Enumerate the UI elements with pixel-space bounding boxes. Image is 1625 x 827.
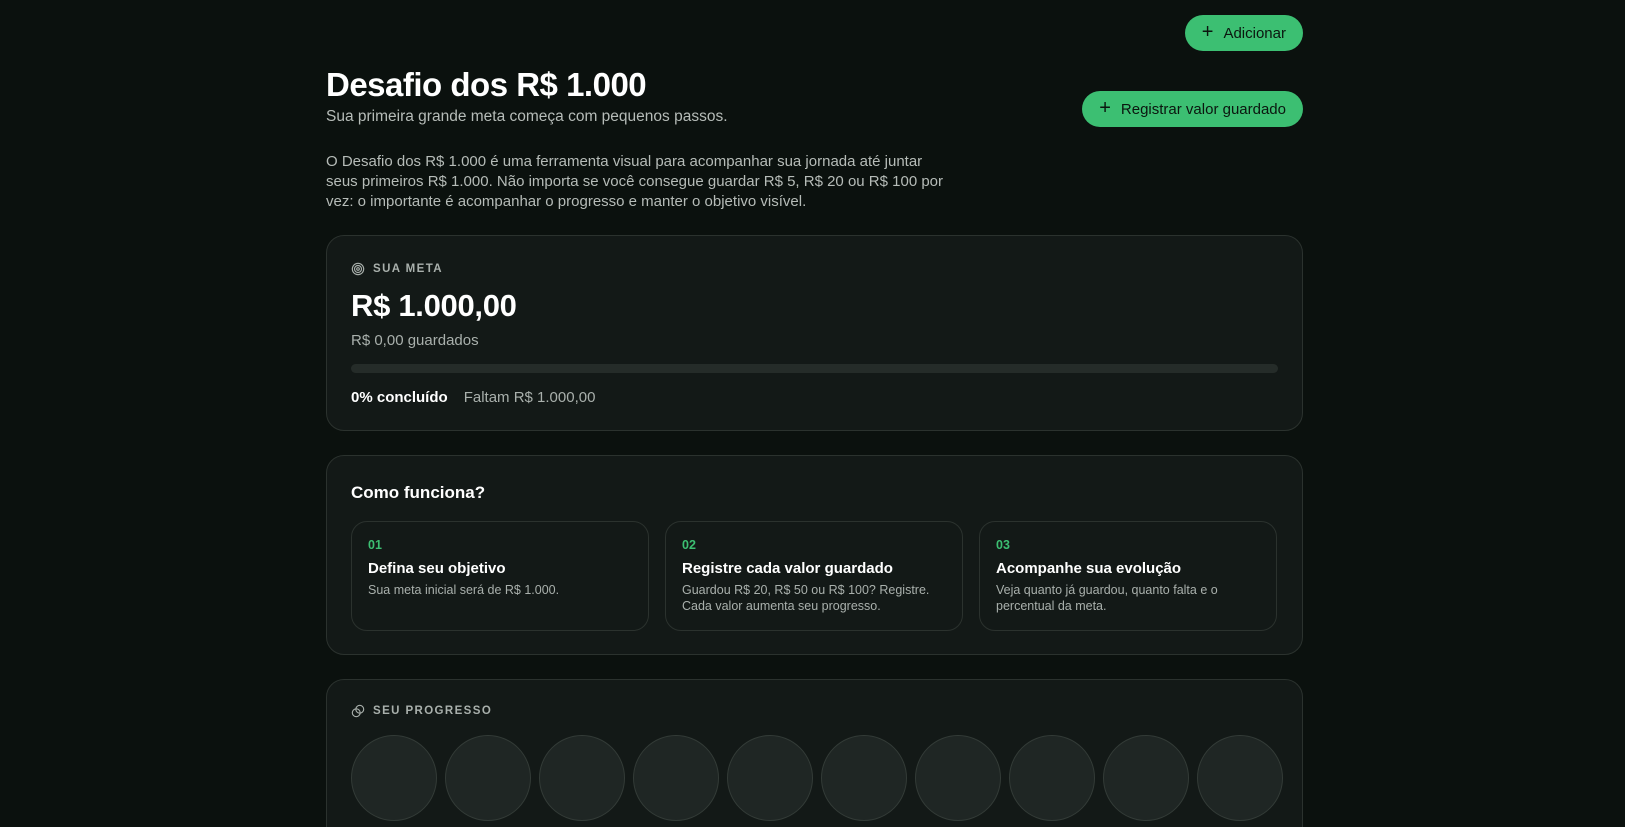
step-title: Acompanhe sua evolução: [996, 560, 1182, 577]
coin-slot[interactable]: [915, 735, 1001, 821]
coin-slot[interactable]: [539, 735, 625, 821]
plus-icon: +: [1099, 97, 1111, 119]
coin-slot[interactable]: [727, 735, 813, 821]
goal-card: SUA META R$ 1.000,00 R$ 0,00 guardados 0…: [326, 235, 1303, 431]
page: + Adicionar Desafio dos R$ 1.000 Sua pri…: [0, 0, 1625, 827]
goal-amount: R$ 1.000,00: [351, 288, 517, 323]
coin-slot[interactable]: [821, 735, 907, 821]
target-icon: [351, 262, 365, 276]
goal-percent: 0% concluído: [351, 389, 448, 406]
page-subtitle: Sua primeira grande meta começa com pequ…: [326, 108, 728, 125]
how-it-works-card: Como funciona? 01 Defina seu objetivo Su…: [326, 455, 1303, 655]
step-number: 01: [368, 538, 382, 552]
goal-remaining: Faltam R$ 1.000,00: [463, 389, 596, 406]
step-title: Registre cada valor guardado: [682, 560, 893, 577]
step-card: 01 Defina seu objetivo Sua meta inicial …: [351, 521, 649, 631]
step-title: Defina seu objetivo: [368, 560, 506, 577]
progress-card: SEU PROGRESSO: [326, 679, 1303, 827]
coin-slot[interactable]: [1197, 735, 1283, 821]
coin-slot[interactable]: [1009, 735, 1095, 821]
goal-eyebrow-label: SUA META: [373, 263, 443, 275]
step-card: 03 Acompanhe sua evolução Veja quanto já…: [979, 521, 1277, 631]
step-card: 02 Registre cada valor guardado Guardou …: [665, 521, 963, 631]
add-button-label: Adicionar: [1223, 24, 1286, 42]
step-number: 03: [996, 538, 1010, 552]
step-description: Sua meta inicial será de R$ 1.000.: [368, 583, 560, 597]
step-number: 02: [682, 538, 696, 552]
intro-text: O Desafio dos R$ 1.000 é uma ferramenta …: [326, 153, 944, 210]
add-button[interactable]: + Adicionar: [1184, 15, 1303, 51]
coin-grid: [351, 735, 1283, 821]
progress-eyebrow-label: SEU PROGRESSO: [373, 705, 493, 717]
goal-stats: 0% concluído Faltam R$ 1.000,00: [351, 389, 595, 406]
step-description: Guardou R$ 20, R$ 50 ou R$ 100? Registre…: [682, 583, 930, 613]
coins-icon: [351, 704, 365, 718]
goal-saved: R$ 0,00 guardados: [351, 332, 479, 349]
register-button-label: Registrar valor guardado: [1120, 100, 1286, 118]
coin-slot[interactable]: [1103, 735, 1189, 821]
step-description: Veja quanto já guardou, quanto falta e o…: [996, 583, 1218, 613]
coin-slot[interactable]: [445, 735, 531, 821]
goal-eyebrow: SUA META: [351, 262, 443, 276]
coin-slot[interactable]: [351, 735, 437, 821]
register-saved-value-button[interactable]: + Registrar valor guardado: [1082, 91, 1303, 127]
steps-list: 01 Defina seu objetivo Sua meta inicial …: [351, 521, 1277, 631]
how-it-works-title: Como funciona?: [351, 483, 486, 502]
page-title: Desafio dos R$ 1.000: [326, 66, 647, 103]
progress-bar: [351, 364, 1278, 373]
coin-slot[interactable]: [633, 735, 719, 821]
plus-icon: +: [1201, 21, 1214, 43]
progress-eyebrow: SEU PROGRESSO: [351, 704, 492, 718]
